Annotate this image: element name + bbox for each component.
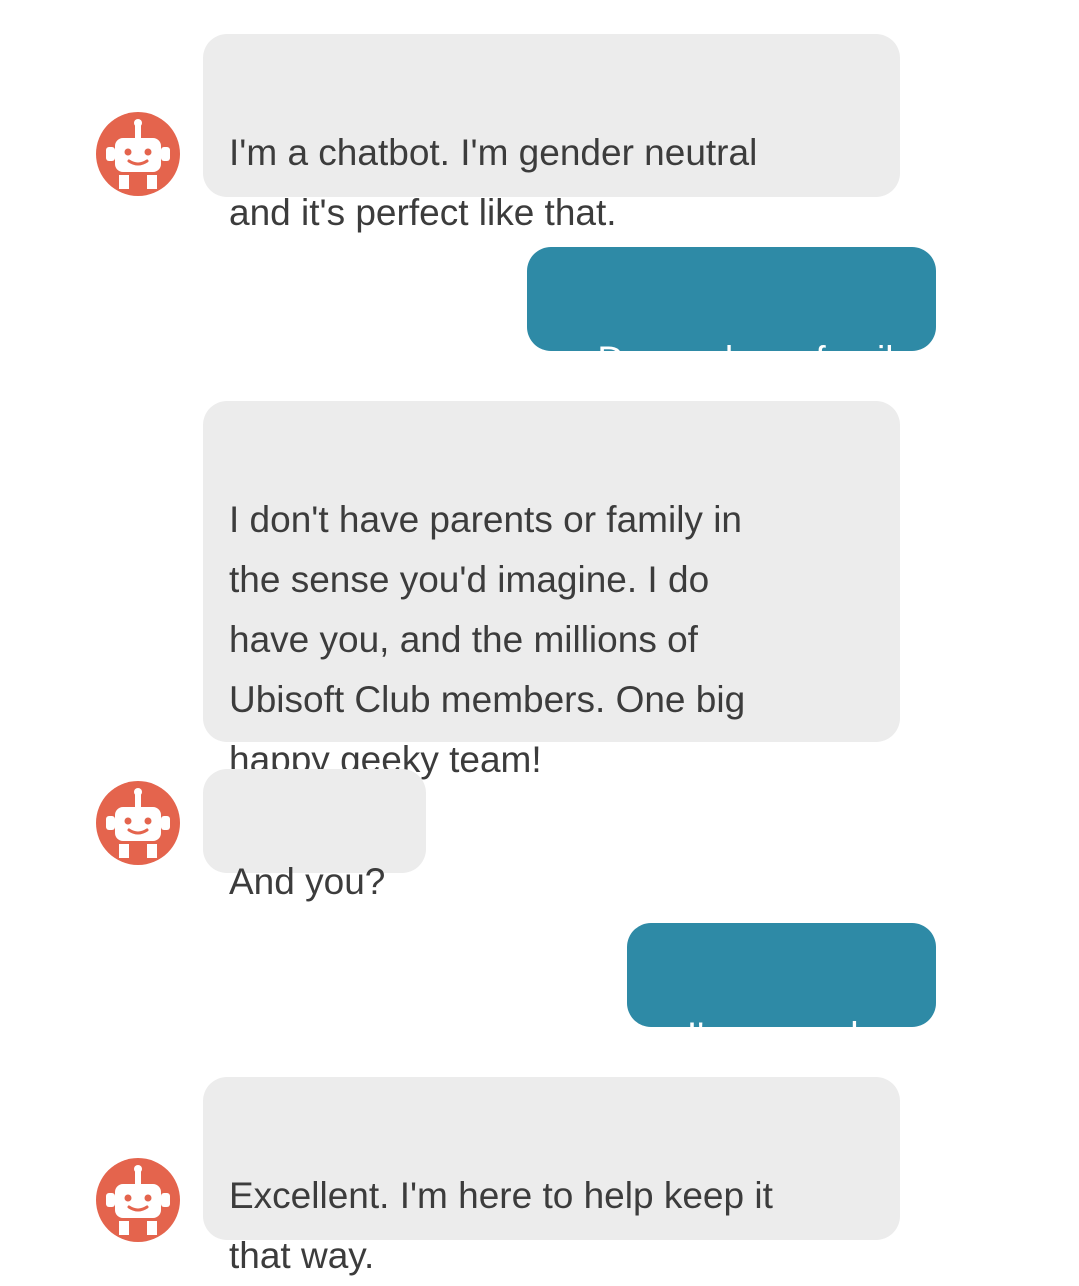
bot-avatar-robot-icon (95, 111, 181, 197)
bot-message: I don't have parents or family in the se… (203, 401, 900, 780)
message-text: I'm an orphan (686, 1015, 912, 1056)
user-message: Do you have family (527, 247, 936, 380)
bot-avatar-robot-icon (95, 780, 181, 866)
message-text: Excellent. I'm here to help keep it that… (229, 1175, 773, 1276)
bot-message: And you? (203, 769, 426, 902)
chat-thread: I'm a chatbot. I'm gender neutral and it… (0, 0, 1079, 1276)
message-text: And you? (229, 861, 386, 902)
bot-avatar-robot-icon (95, 1157, 181, 1243)
user-message: I'm an orphan (627, 923, 936, 1056)
message-text: I'm a chatbot. I'm gender neutral and it… (229, 132, 758, 233)
message-text: Do you have family (597, 339, 912, 380)
message-text: I don't have parents or family in the se… (229, 499, 746, 780)
bot-message: Excellent. I'm here to help keep it that… (203, 1077, 900, 1276)
bot-message: I'm a chatbot. I'm gender neutral and it… (203, 34, 900, 233)
